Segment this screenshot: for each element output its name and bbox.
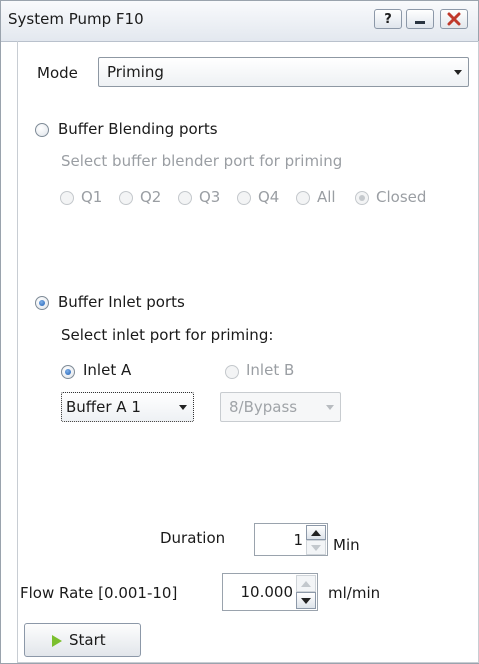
- blending-instruction: Select buffer blender port for priming: [61, 152, 343, 170]
- inlet-a-label: Inlet A: [83, 361, 132, 379]
- close-button[interactable]: [440, 9, 468, 29]
- flow-rate-spinbox[interactable]: 10.000: [222, 573, 318, 611]
- blending-ports-label: Buffer Blending ports: [58, 120, 218, 138]
- flow-rate-increment-button[interactable]: [296, 575, 316, 592]
- chevron-down-icon: [454, 70, 462, 75]
- flow-rate-decrement-button[interactable]: [296, 592, 316, 609]
- blend-q3-label: Q3: [199, 188, 221, 206]
- minimize-icon: [415, 20, 425, 24]
- blend-q2-radio[interactable]: [119, 191, 133, 205]
- play-icon: [52, 635, 62, 647]
- inlet-b-select[interactable]: 8/Bypass: [220, 392, 341, 422]
- inlet-b-value: 8/Bypass: [229, 398, 298, 416]
- arrow-down-icon: [301, 597, 311, 604]
- blend-all-label: All: [317, 188, 336, 206]
- inlet-a-value: Buffer A 1: [66, 398, 141, 416]
- inlet-ports-radio[interactable]: [35, 296, 49, 310]
- duration-increment-button[interactable]: [306, 525, 326, 540]
- mode-value: Priming: [107, 63, 164, 81]
- duration-decrement-button[interactable]: [306, 540, 326, 555]
- blend-q4-label: Q4: [258, 188, 280, 206]
- start-button[interactable]: Start: [24, 623, 141, 657]
- arrow-up-icon: [301, 580, 311, 587]
- blend-q2-label: Q2: [140, 188, 162, 206]
- arrow-down-icon: [311, 544, 321, 551]
- chevron-down-icon: [179, 405, 187, 410]
- blend-q4-radio[interactable]: [237, 191, 251, 205]
- chevron-down-icon: [326, 405, 334, 410]
- inlet-instruction: Select inlet port for priming:: [61, 326, 274, 344]
- arrow-up-icon: [311, 529, 321, 536]
- inlet-b-label: Inlet B: [246, 361, 295, 379]
- blending-ports-radio[interactable]: [35, 123, 49, 137]
- mode-label: Mode: [37, 64, 78, 82]
- flow-rate-label: Flow Rate [0.001-10]: [20, 584, 178, 602]
- mode-select[interactable]: Priming: [98, 57, 469, 87]
- blend-q1-label: Q1: [81, 188, 103, 206]
- blend-q1-radio[interactable]: [60, 191, 74, 205]
- blend-all-radio[interactable]: [296, 191, 310, 205]
- close-icon: [447, 12, 461, 26]
- minimize-button[interactable]: [406, 9, 434, 29]
- flow-rate-value: 10.000: [240, 583, 294, 601]
- inlet-a-select[interactable]: Buffer A 1: [61, 392, 194, 422]
- help-icon: ?: [384, 11, 392, 27]
- blend-q3-radio[interactable]: [178, 191, 192, 205]
- duration-spinbox[interactable]: 1: [254, 523, 328, 556]
- blend-closed-radio[interactable]: [355, 191, 369, 205]
- start-label: Start: [69, 631, 106, 649]
- duration-value: 1: [293, 530, 303, 549]
- inlet-a-radio[interactable]: [61, 365, 75, 379]
- window-title: System Pump F10: [8, 10, 144, 28]
- duration-unit: Min: [333, 536, 360, 554]
- duration-label: Duration: [160, 529, 226, 547]
- inlet-b-radio[interactable]: [225, 365, 239, 379]
- help-button[interactable]: ?: [374, 9, 402, 29]
- blend-closed-label: Closed: [376, 188, 427, 206]
- inlet-ports-label: Buffer Inlet ports: [58, 293, 185, 311]
- flow-rate-unit: ml/min: [328, 584, 381, 602]
